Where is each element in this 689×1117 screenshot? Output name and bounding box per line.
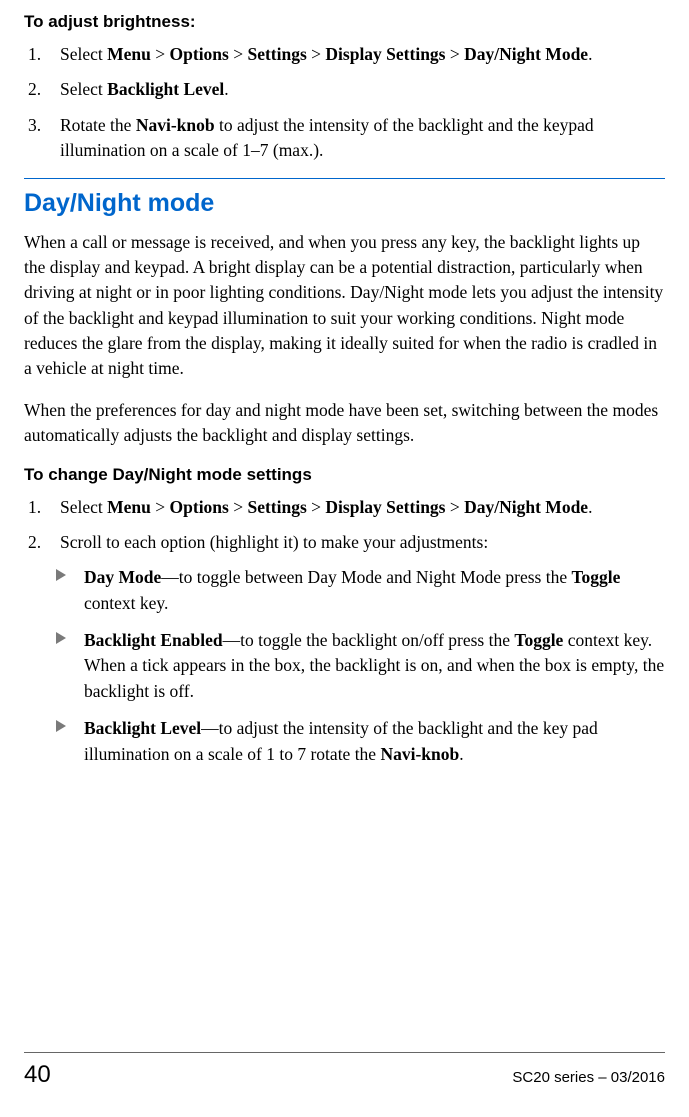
list-item: Backlight Level—to adjust the intensity … xyxy=(24,716,665,767)
list-item: Day Mode—to toggle between Day Mode and … xyxy=(24,565,665,616)
sep: > xyxy=(446,497,465,517)
bold-term: Backlight Level xyxy=(107,79,224,99)
sep: > xyxy=(307,44,326,64)
menu-path: Options xyxy=(170,44,229,64)
menu-path: Settings xyxy=(247,44,306,64)
text: Select xyxy=(60,79,107,99)
page-content: To adjust brightness: Select Menu > Opti… xyxy=(0,0,689,767)
page-number: 40 xyxy=(24,1061,51,1089)
text: . xyxy=(588,497,592,517)
menu-path: Display Settings xyxy=(325,497,445,517)
text: . xyxy=(459,744,463,764)
change-settings-heading: To change Day/Night mode settings xyxy=(24,465,665,485)
footer-rule xyxy=(24,1052,665,1053)
text: Select xyxy=(60,44,107,64)
text: Scroll to each option (highlight it) to … xyxy=(60,532,488,552)
brightness-heading: To adjust brightness: xyxy=(24,12,665,32)
text: Select xyxy=(60,497,107,517)
sep: > xyxy=(151,44,170,64)
sep: > xyxy=(151,497,170,517)
menu-path: Options xyxy=(170,497,229,517)
day-night-para-2: When the preferences for day and night m… xyxy=(24,398,665,449)
option-name: Day Mode xyxy=(84,567,161,587)
list-item: Backlight Enabled—to toggle the backligh… xyxy=(24,628,665,704)
step-2: Scroll to each option (highlight it) to … xyxy=(24,530,665,555)
triangle-bullet-icon xyxy=(56,720,66,732)
option-name: Backlight Level xyxy=(84,718,201,738)
menu-path: Menu xyxy=(107,44,151,64)
change-settings-steps: Select Menu > Options > Settings > Displ… xyxy=(24,495,665,556)
text: . xyxy=(224,79,228,99)
step-1: Select Menu > Options > Settings > Displ… xyxy=(24,42,665,67)
text: —to toggle the backlight on/off press th… xyxy=(223,630,515,650)
bold-term: Navi-knob xyxy=(380,744,459,764)
options-list: Day Mode—to toggle between Day Mode and … xyxy=(24,565,665,767)
bold-term: Navi-knob xyxy=(136,115,215,135)
page-footer: 40 SC20 series – 03/2016 xyxy=(24,1052,665,1089)
text: —to toggle between Day Mode and Night Mo… xyxy=(161,567,571,587)
step-1: Select Menu > Options > Settings > Displ… xyxy=(24,495,665,520)
bold-term: Toggle xyxy=(514,630,563,650)
brightness-steps: Select Menu > Options > Settings > Displ… xyxy=(24,42,665,164)
text: context key. xyxy=(84,593,168,613)
text: Rotate the xyxy=(60,115,136,135)
document-id: SC20 series – 03/2016 xyxy=(512,1069,665,1086)
menu-path: Menu xyxy=(107,497,151,517)
day-night-para-1: When a call or message is received, and … xyxy=(24,230,665,382)
triangle-bullet-icon xyxy=(56,569,66,581)
section-divider xyxy=(24,178,665,179)
menu-path: Day/Night Mode xyxy=(464,497,588,517)
step-2: Select Backlight Level. xyxy=(24,77,665,102)
menu-path: Day/Night Mode xyxy=(464,44,588,64)
menu-path: Settings xyxy=(247,497,306,517)
day-night-title: Day/Night mode xyxy=(24,189,665,218)
option-name: Backlight Enabled xyxy=(84,630,223,650)
sep: > xyxy=(307,497,326,517)
sep: > xyxy=(229,44,248,64)
text: . xyxy=(588,44,592,64)
sep: > xyxy=(446,44,465,64)
sep: > xyxy=(229,497,248,517)
triangle-bullet-icon xyxy=(56,632,66,644)
step-3: Rotate the Navi-knob to adjust the inten… xyxy=(24,113,665,164)
bold-term: Toggle xyxy=(571,567,620,587)
menu-path: Display Settings xyxy=(325,44,445,64)
